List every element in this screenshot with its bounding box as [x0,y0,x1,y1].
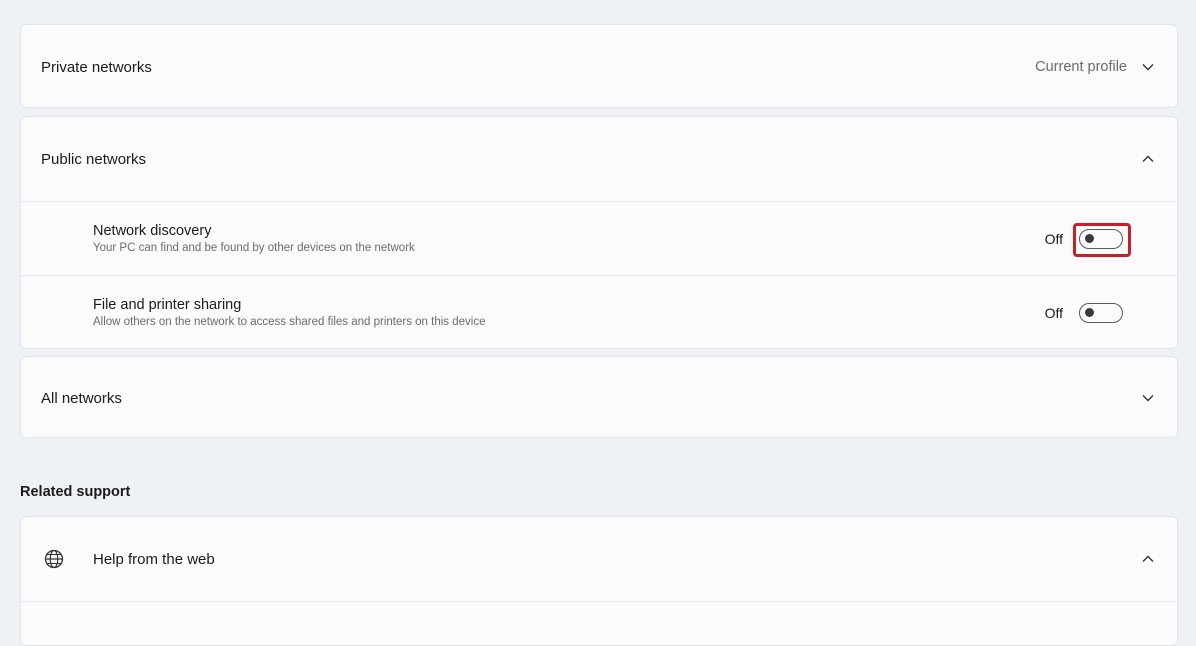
all-networks-label: All networks [41,389,122,407]
globe-icon [41,546,67,572]
chevron-down-icon[interactable] [1141,60,1155,74]
network-discovery-state: Off [1044,230,1063,247]
file-printer-sharing-description: Allow others on the network to access sh… [93,316,486,328]
public-networks-card: Public networks Network discovery Your P… [20,116,1178,349]
private-networks-card[interactable]: Private networks Current profile [20,24,1178,108]
related-support-heading: Related support [20,484,131,500]
help-from-web-label: Help from the web [93,550,215,568]
network-discovery-title: Network discovery [93,222,212,239]
file-printer-sharing-row: File and printer sharing Allow others on… [21,275,1177,350]
file-printer-sharing-state: Off [1044,305,1063,321]
help-from-web-header[interactable]: Help from the web [21,517,1177,601]
all-networks-card[interactable]: All networks [20,356,1178,438]
toggle-knob [1085,308,1094,317]
public-networks-header[interactable]: Public networks [21,117,1177,201]
network-discovery-toggle[interactable] [1073,222,1131,257]
highlight-box [1073,222,1131,257]
chevron-up-icon[interactable] [1141,152,1155,166]
file-printer-sharing-toggle[interactable] [1079,303,1123,323]
network-discovery-row: Network discovery Your PC can find and b… [21,201,1177,275]
help-from-web-divider [21,601,1177,602]
public-networks-label: Public networks [41,150,147,168]
chevron-up-icon[interactable] [1141,552,1155,566]
private-networks-header[interactable]: Private networks Current profile [21,25,1177,109]
all-networks-header[interactable]: All networks [21,357,1177,439]
file-printer-sharing-title: File and printer sharing [93,297,242,313]
chevron-down-icon[interactable] [1141,391,1155,405]
help-from-web-card: Help from the web [20,516,1178,646]
file-printer-sharing-toggle-group: Off [1045,303,1123,323]
network-discovery-description: Your PC can find and be found by other d… [93,241,415,254]
private-networks-label: Private networks [41,58,152,76]
network-discovery-toggle-group: Off [1044,222,1131,257]
current-profile-label: Current profile [1035,59,1127,75]
